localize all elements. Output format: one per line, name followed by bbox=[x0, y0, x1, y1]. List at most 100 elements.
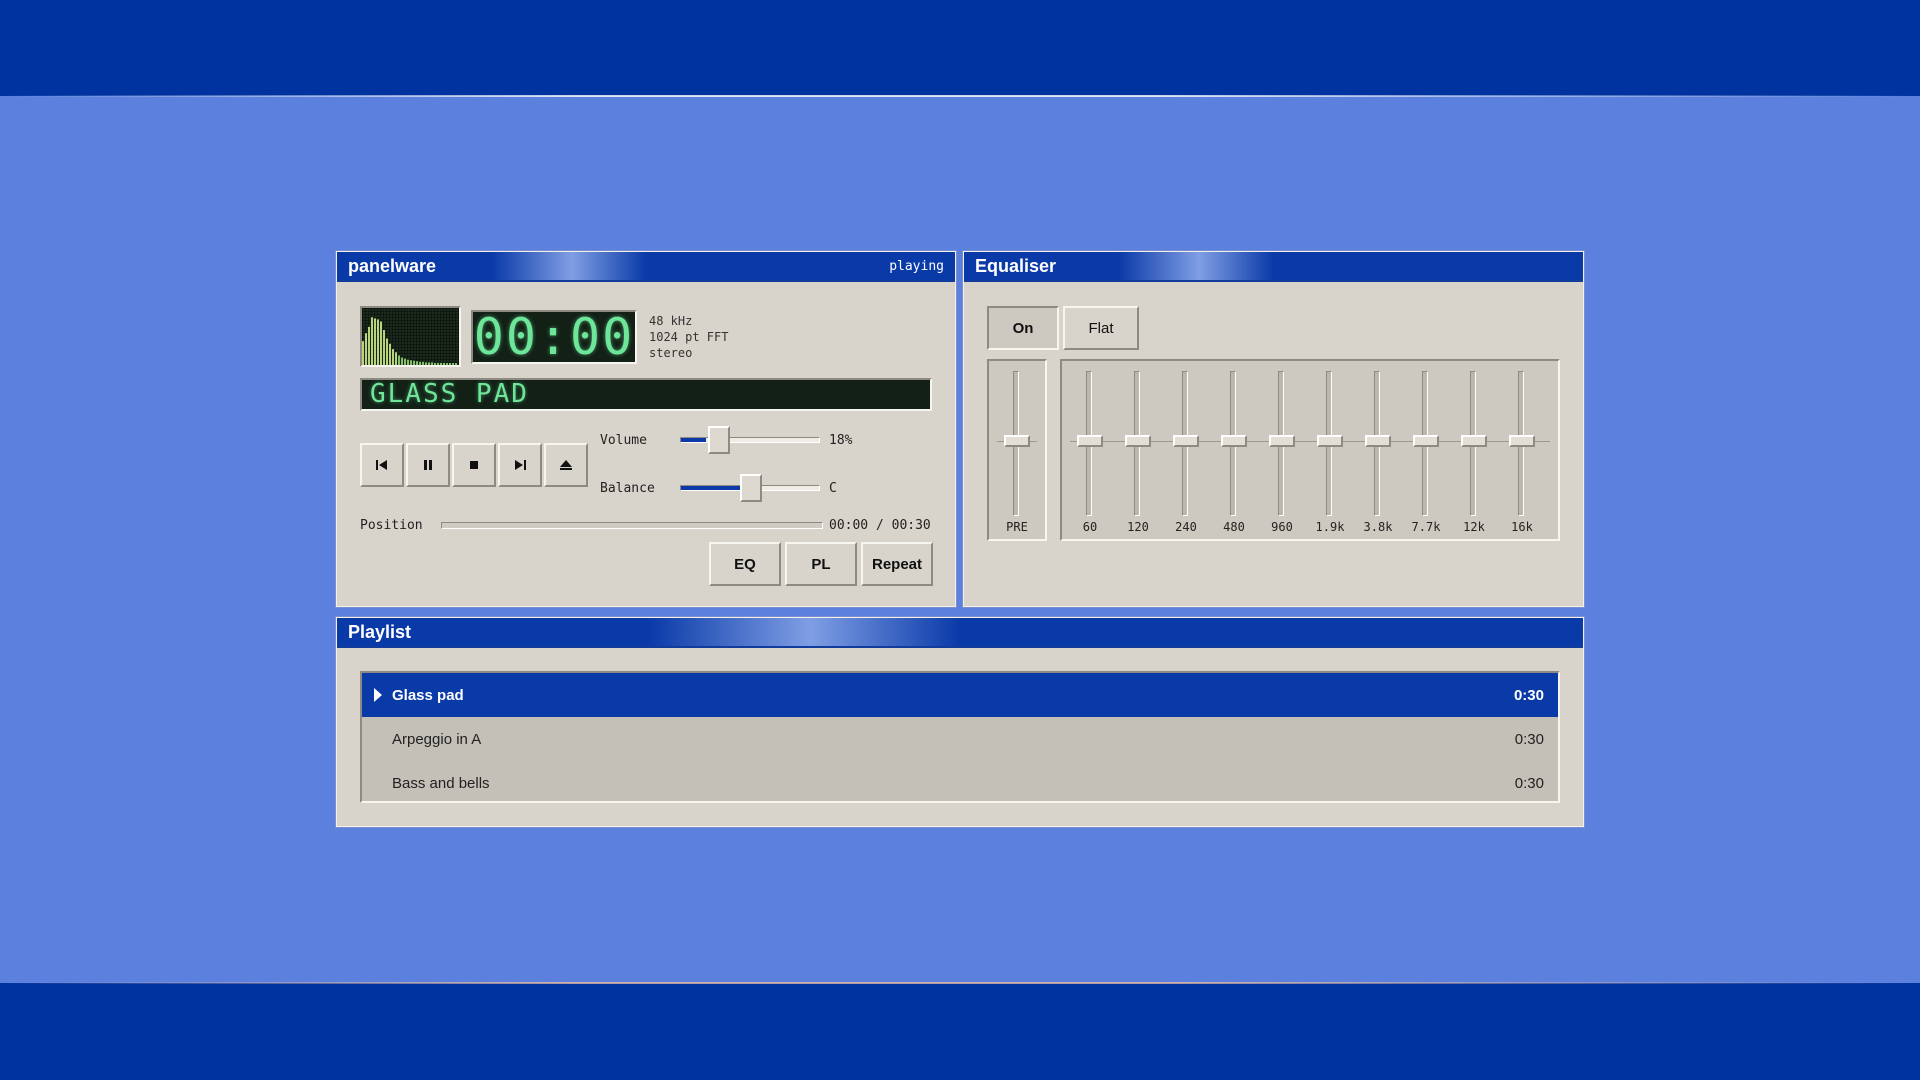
volume-value: 18% bbox=[829, 433, 853, 448]
eq-band-label: 16k bbox=[1511, 520, 1533, 534]
playlist-item-name: Bass and bells bbox=[392, 774, 490, 792]
stop-button[interactable] bbox=[452, 443, 496, 487]
spectrum-bar bbox=[419, 361, 421, 365]
eq-on-button[interactable]: On bbox=[987, 306, 1059, 350]
spectrum-bar bbox=[389, 343, 391, 365]
playlist-item[interactable]: Glass pad 0:30 bbox=[362, 673, 1558, 717]
eq-toggle-button[interactable]: EQ bbox=[709, 542, 781, 586]
eject-icon bbox=[560, 460, 572, 470]
eq-band-knob[interactable] bbox=[1461, 435, 1487, 447]
preamp-knob[interactable] bbox=[1004, 435, 1030, 447]
volume-slider[interactable] bbox=[680, 426, 820, 454]
playlist-title: Playlist bbox=[348, 621, 412, 642]
volume-fill bbox=[681, 438, 707, 442]
eq-band-slider-960[interactable]: 960 bbox=[1262, 371, 1302, 535]
playlist-item-name: Glass pad bbox=[392, 686, 464, 704]
eq-band-slider-120[interactable]: 120 bbox=[1118, 371, 1158, 535]
bottom-band bbox=[0, 983, 1920, 1080]
equaliser-title: Equaliser bbox=[975, 255, 1057, 276]
eject-button[interactable] bbox=[544, 443, 588, 487]
skip-previous-icon bbox=[376, 460, 387, 470]
eq-bands-box: 60 120 240 480 960 1.9k 3.8k 7.7k 12k 16k bbox=[1060, 359, 1560, 541]
spectrum-bar bbox=[365, 333, 367, 365]
channels-text: stereo bbox=[649, 346, 693, 360]
playlist-item[interactable]: Arpeggio in A 0:30 bbox=[362, 717, 1558, 761]
eq-band-slider-16k[interactable]: 16k bbox=[1502, 371, 1542, 535]
eq-band-knob[interactable] bbox=[1509, 435, 1535, 447]
spectrum-bar bbox=[374, 318, 376, 365]
time-display[interactable]: 00:00 bbox=[471, 310, 637, 364]
pause-icon bbox=[424, 460, 432, 470]
spectrum-bar bbox=[446, 363, 448, 365]
spectrum-bar bbox=[440, 362, 442, 365]
balance-value: C bbox=[829, 481, 837, 496]
eq-band-slider-240[interactable]: 240 bbox=[1166, 371, 1206, 535]
playlist-toggle-button[interactable]: PL bbox=[785, 542, 857, 586]
playlist-list[interactable]: Glass pad 0:30 Arpeggio in A 0:30 Bass a… bbox=[360, 671, 1560, 803]
eq-band-knob[interactable] bbox=[1077, 435, 1103, 447]
eq-band-label: 960 bbox=[1271, 520, 1293, 534]
player-panel: panelware playing 00:00 48 kHz 1024 pt F… bbox=[336, 251, 956, 607]
spectrum-bar bbox=[452, 363, 454, 365]
volume-thumb[interactable] bbox=[708, 426, 731, 454]
spectrum-bar bbox=[398, 355, 400, 365]
pause-button[interactable] bbox=[406, 443, 450, 487]
eq-band-knob[interactable] bbox=[1125, 435, 1151, 447]
eq-band-label: 60 bbox=[1082, 520, 1098, 534]
spectrum-bar bbox=[437, 362, 439, 365]
playlist-titlebar[interactable]: Playlist bbox=[337, 618, 1583, 648]
playlist-item[interactable]: Bass and bells 0:30 bbox=[362, 761, 1558, 805]
spectrum-bar bbox=[416, 361, 418, 365]
next-button[interactable] bbox=[498, 443, 542, 487]
eq-band-label: 12k bbox=[1463, 520, 1485, 534]
playlist-panel: Playlist Glass pad 0:30 Arpeggio in A 0:… bbox=[336, 617, 1584, 827]
spectrum-bars bbox=[362, 317, 457, 365]
preamp-slider[interactable]: PRE bbox=[997, 371, 1037, 535]
eq-band-knob[interactable] bbox=[1365, 435, 1391, 447]
preamp-label: PRE bbox=[1006, 520, 1028, 534]
playlist-item-name: Arpeggio in A bbox=[392, 730, 482, 748]
spectrum-bar bbox=[443, 362, 445, 365]
spectrum-bar bbox=[428, 362, 430, 365]
eq-band-label: 7.7k bbox=[1411, 520, 1441, 534]
eq-band-knob[interactable] bbox=[1413, 435, 1439, 447]
eq-band-knob[interactable] bbox=[1269, 435, 1295, 447]
spectrum-bar bbox=[395, 352, 397, 365]
eq-band-slider-7.7k[interactable]: 7.7k bbox=[1406, 371, 1446, 535]
spectrum-bar bbox=[392, 349, 394, 365]
spectrum-bar bbox=[449, 363, 451, 365]
eq-band-knob[interactable] bbox=[1221, 435, 1247, 447]
spectrum-bar bbox=[362, 341, 364, 365]
previous-button[interactable] bbox=[360, 443, 404, 487]
player-title: panelware bbox=[348, 255, 437, 276]
equaliser-titlebar[interactable]: Equaliser bbox=[964, 252, 1583, 282]
spectrum-bar bbox=[434, 362, 436, 365]
eq-band-slider-12k[interactable]: 12k bbox=[1454, 371, 1494, 535]
spectrum-bar bbox=[425, 362, 427, 365]
balance-slider[interactable] bbox=[680, 474, 820, 502]
spectrum-bar bbox=[404, 358, 406, 365]
eq-band-slider-60[interactable]: 60 bbox=[1070, 371, 1110, 535]
spectrum-bar bbox=[380, 321, 382, 365]
position-seekbar[interactable] bbox=[441, 522, 823, 529]
top-band-highlight bbox=[0, 95, 1920, 97]
eq-band-slider-3.8k[interactable]: 3.8k bbox=[1358, 371, 1398, 535]
top-band bbox=[0, 0, 1920, 96]
eq-band-knob[interactable] bbox=[1173, 435, 1199, 447]
spectrum-bar bbox=[410, 360, 412, 365]
track-title-display: GLASS PAD bbox=[360, 378, 932, 411]
spectrum-bar bbox=[401, 357, 403, 365]
repeat-button[interactable]: Repeat bbox=[861, 542, 933, 586]
playlist-item-duration: 0:30 bbox=[1514, 774, 1544, 792]
player-titlebar[interactable]: panelware playing bbox=[337, 252, 955, 282]
spectrum-visualizer[interactable] bbox=[360, 306, 461, 367]
stop-icon bbox=[470, 461, 478, 469]
eq-band-knob[interactable] bbox=[1317, 435, 1343, 447]
preamp-box: PRE bbox=[987, 359, 1047, 541]
bottom-band-highlight bbox=[0, 982, 1920, 984]
eq-flat-button[interactable]: Flat bbox=[1063, 306, 1139, 350]
balance-thumb[interactable] bbox=[740, 474, 762, 502]
eq-band-slider-480[interactable]: 480 bbox=[1214, 371, 1254, 535]
eq-band-slider-1.9k[interactable]: 1.9k bbox=[1310, 371, 1350, 535]
spectrum-bar bbox=[413, 360, 415, 365]
